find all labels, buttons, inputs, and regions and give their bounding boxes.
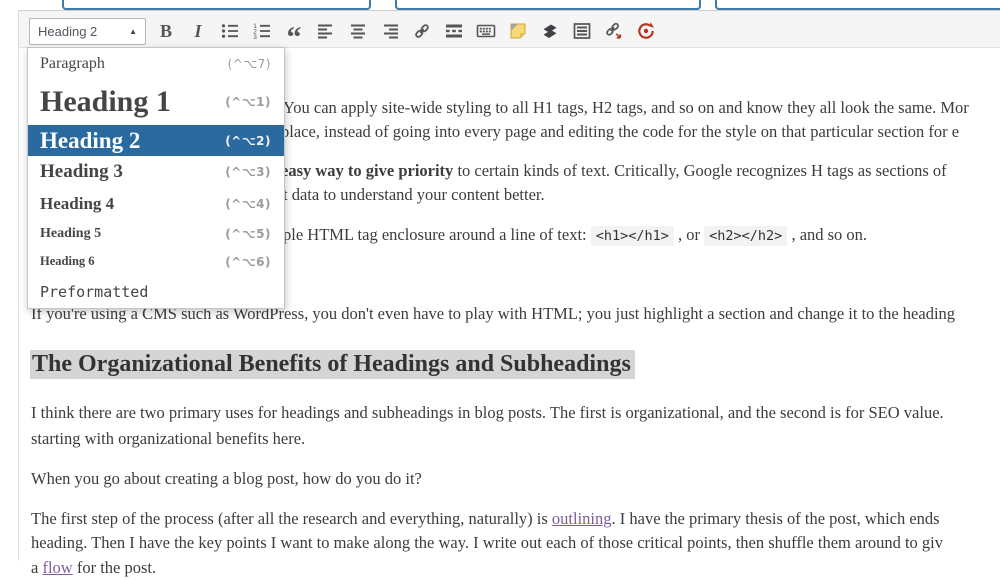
dropdown-item-shortcut: (^⌥1)	[225, 95, 271, 109]
dropdown-item-heading-4[interactable]: Heading 4 (^⌥4)	[28, 188, 284, 219]
text-line: When you go about creating a blog post, …	[31, 469, 422, 488]
align-left-icon[interactable]	[310, 16, 342, 46]
format-select[interactable]: Heading 2 ▲	[29, 18, 146, 45]
align-right-icon[interactable]	[374, 16, 406, 46]
dropdown-item-label: Heading 2	[40, 127, 141, 153]
text-selection-highlight: The Organizational Benefits of Headings …	[30, 350, 635, 379]
dropdown-item-label: Paragraph	[40, 54, 105, 72]
blockquote-icon[interactable]: “	[278, 16, 310, 53]
text-line: t data to understand your content better…	[283, 185, 545, 204]
text-link[interactable]: outlining	[552, 509, 612, 528]
text-line: I think there are two primary uses for h…	[31, 403, 944, 422]
link-arrow-icon[interactable]	[598, 16, 630, 46]
dropdown-item-preformatted[interactable]: Preformatted	[28, 275, 284, 308]
dropdown-item-shortcut: (^⌥3)	[225, 165, 271, 179]
text-line: easy way to give priority to certain kin…	[281, 161, 947, 180]
more-tag-icon[interactable]	[438, 16, 470, 46]
dropdown-item-heading-1[interactable]: Heading 1 (^⌥1)	[28, 79, 284, 125]
keyboard-icon[interactable]	[470, 16, 502, 46]
toc-icon[interactable]	[566, 16, 598, 46]
dropdown-item-shortcut: (^⌥2)	[225, 133, 271, 148]
dropdown-item-shortcut: (^⌥5)	[225, 226, 271, 241]
dropdown-item-label: Heading 4	[40, 193, 115, 213]
dropdown-item-shortcut: (^⌥4)	[225, 196, 271, 211]
selected-heading: The Organizational Benefits of Headings …	[30, 348, 635, 380]
dropdown-item-label: Heading 5	[40, 225, 102, 241]
inline-code: <h1></h1>	[590, 226, 674, 246]
toolbar-icons: B I 1 2 3 “	[150, 16, 662, 53]
editor-toolbar: Heading 2 ▲ B I 1 2 3 “	[18, 10, 1000, 53]
text-link[interactable]: flow	[42, 558, 72, 577]
top-button[interactable]	[62, 0, 371, 10]
text-line: heading. Then I have the key points I wa…	[31, 533, 943, 552]
top-button[interactable]	[395, 0, 701, 10]
text-line: starting with organizational benefits he…	[31, 429, 306, 448]
stack-icon[interactable]	[534, 16, 566, 46]
numbered-list-icon[interactable]: 123	[246, 16, 278, 46]
dropdown-item-shortcut: (^⌥6)	[225, 254, 271, 269]
format-select-value: Heading 2	[38, 24, 98, 39]
note-icon[interactable]	[502, 16, 534, 46]
italic-icon[interactable]: I	[182, 16, 214, 46]
svg-text:3: 3	[253, 34, 257, 41]
dropdown-item-paragraph[interactable]: Paragraph (^⌥7)	[28, 48, 284, 79]
dropdown-item-label: Preformatted	[40, 282, 149, 301]
inline-code: <h2></h2>	[704, 226, 788, 246]
text-line: The first step of the process (after all…	[31, 509, 940, 528]
text-line: place, instead of going into every page …	[281, 122, 960, 141]
bold-icon[interactable]: B	[150, 16, 182, 46]
dropdown-item-shortcut: (^⌥7)	[227, 56, 271, 71]
editor-page: { "colors": { "accent_blue": "#2a6a9f", …	[0, 0, 1000, 577]
dropdown-item-heading-5[interactable]: Heading 5 (^⌥5)	[28, 219, 284, 248]
dropdown-item-label: Heading 3	[40, 161, 123, 182]
bullet-list-icon[interactable]	[214, 16, 246, 46]
top-button[interactable]	[715, 0, 1000, 10]
text-line: ple HTML tag enclosure around a line of …	[283, 225, 868, 246]
align-center-icon[interactable]	[342, 16, 374, 46]
link-icon[interactable]	[406, 16, 438, 46]
dropdown-item-label: Heading 6	[40, 254, 95, 268]
chevron-up-icon: ▲	[129, 27, 137, 36]
dropdown-item-heading-2[interactable]: Heading 2 (^⌥2)	[28, 125, 284, 156]
dropdown-item-label: Heading 1	[40, 85, 171, 118]
dropdown-item-heading-6[interactable]: Heading 6 (^⌥6)	[28, 248, 284, 275]
history-icon[interactable]	[630, 16, 662, 46]
format-dropdown: Paragraph (^⌥7) Heading 1 (^⌥1) Heading 2 (^⌥…	[27, 47, 285, 309]
text-line: You can apply site-wide styling to all H…	[283, 98, 969, 117]
dropdown-item-heading-3[interactable]: Heading 3 (^⌥3)	[28, 156, 284, 188]
